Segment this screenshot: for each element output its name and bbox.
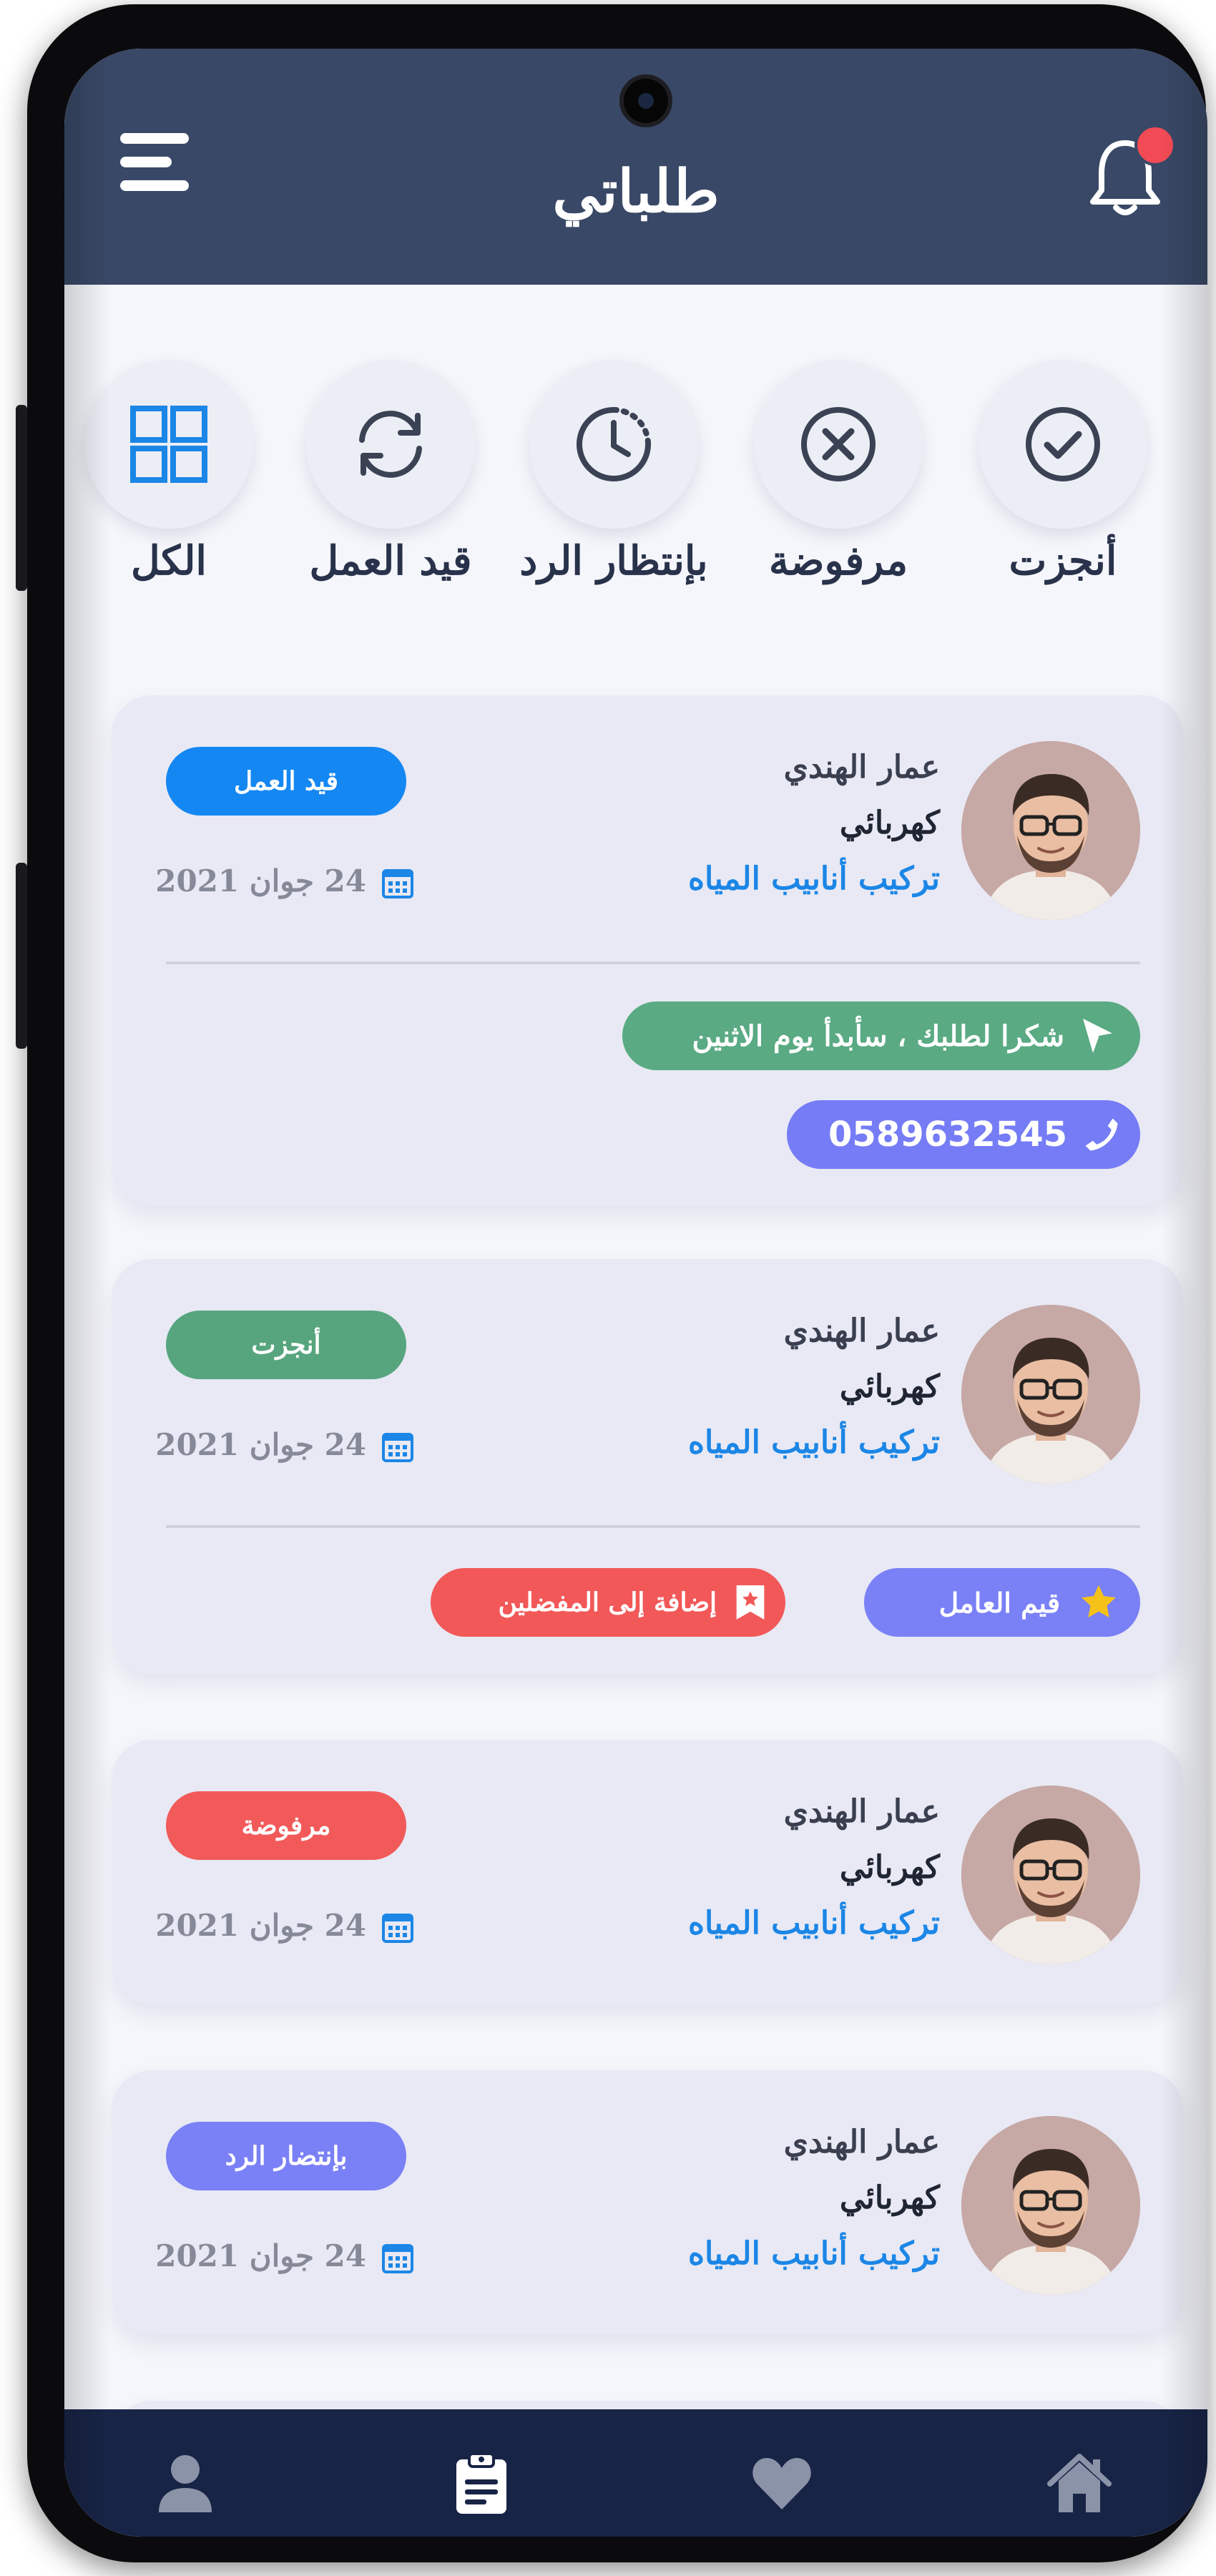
order-date: 24 جوان 2021 [155, 860, 423, 903]
filter-circle [84, 360, 253, 529]
refresh-icon [359, 411, 422, 478]
filter-all[interactable]: الكل [64, 360, 283, 589]
status-badge: بإنتضار الرد [166, 2122, 406, 2190]
worker-info: عمار الهندي كهربائي تركيب أنابيب المياه [688, 2115, 940, 2282]
user-icon[interactable] [153, 2451, 217, 2515]
calendar-icon [382, 1433, 413, 1462]
rate-label: قيم العامل [938, 1586, 1060, 1619]
worker-photo [961, 1786, 1140, 1964]
filter-circle [529, 360, 698, 529]
order-card[interactable]: عمار الهندي كهربائي تركيب أنابيب المياه … [112, 2070, 1183, 2335]
filter-in-progress[interactable]: قيد العمل [276, 360, 505, 589]
worker-name: عمار الهندي [783, 749, 940, 785]
filter-label: قيد العمل [309, 537, 472, 584]
order-date: 24 جوان 2021 [155, 1904, 423, 1947]
bookmark-star-icon [736, 1585, 765, 1620]
avatar [961, 741, 1140, 920]
app-screen: طلباتي أنجزت مرفوضة بإنتظار الرد قيد الع… [64, 49, 1207, 2537]
order-card[interactable]: عمار الهندي كهربائي تركيب أنابيب المياه … [112, 1740, 1183, 2004]
order-date: 24 جوان 2021 [155, 1424, 423, 1466]
filter-circle [306, 360, 475, 529]
avatar [961, 1305, 1140, 1484]
notification-dot [1134, 124, 1176, 166]
status-filter-bar: أنجزت مرفوضة بإنتظار الرد قيد العمل الكل [64, 360, 1207, 589]
phone-side-button [16, 863, 27, 1049]
bottom-navigation [64, 2409, 1207, 2537]
avatar [961, 1786, 1140, 1964]
phone-frame: طلباتي أنجزت مرفوضة بإنتظار الرد قيد الع… [16, 4, 1207, 2562]
phone-side-button [16, 405, 27, 591]
date-text: 24 جوان 2021 [155, 1908, 366, 1943]
status-badge: قيد العمل [166, 747, 406, 816]
clock-icon [577, 407, 651, 481]
phone-number: 0589632545 [828, 1115, 1067, 1155]
worker-info: عمار الهندي كهربائي تركيب أنابيب المياه [688, 1303, 940, 1471]
worker-name: عمار الهندي [783, 2124, 940, 2160]
phone-button[interactable]: 0589632545 [787, 1100, 1140, 1169]
filter-circle [754, 360, 923, 529]
service-name: تركيب أنابيب المياه [688, 2235, 940, 2272]
page-title: طلباتي [552, 157, 720, 226]
divider [166, 961, 1140, 964]
favorite-label: إضافة إلى المفضلين [498, 1587, 717, 1617]
calendar-icon [382, 2244, 413, 2273]
worker-message: شكرا لطلبك ، سأبدأ يوم الاثنين [622, 1001, 1140, 1070]
filter-label: أنجزت [1009, 537, 1117, 584]
front-camera [619, 74, 672, 127]
status-badge: أنجزت [166, 1311, 406, 1379]
filter-label: الكل [131, 537, 207, 584]
home-icon[interactable] [1047, 2451, 1112, 2515]
heart-icon[interactable] [750, 2451, 814, 2515]
worker-photo [961, 741, 1140, 920]
x-circle-icon [801, 407, 876, 481]
filter-completed[interactable]: أنجزت [948, 360, 1177, 589]
service-name: تركيب أنابيب المياه [688, 1905, 940, 1941]
divider [166, 1525, 1140, 1528]
phone-icon [1085, 1118, 1118, 1151]
worker-job: كهربائي [839, 805, 940, 841]
check-circle-icon [1026, 407, 1100, 481]
status-badge: مرفوضة [166, 1791, 406, 1860]
calendar-icon [382, 869, 413, 898]
filter-label: مرفوضة [768, 537, 908, 584]
worker-info: عمار الهندي كهربائي تركيب أنابيب المياه [688, 1784, 940, 1951]
avatar [961, 2116, 1140, 2295]
date-text: 24 جوان 2021 [155, 2238, 366, 2273]
add-to-favorites-button[interactable]: إضافة إلى المفضلين [431, 1568, 785, 1637]
rate-worker-button[interactable]: قيم العامل [864, 1568, 1140, 1637]
worker-job: كهربائي [839, 1849, 940, 1886]
message-text: شكرا لطلبك ، سأبدأ يوم الاثنين [692, 1019, 1064, 1053]
date-text: 24 جوان 2021 [155, 863, 366, 898]
date-text: 24 جوان 2021 [155, 1427, 366, 1462]
clipboard-icon[interactable] [449, 2451, 514, 2515]
filter-label: بإنتظار الرد [519, 537, 708, 584]
order-card[interactable]: عمار الهندي كهربائي تركيب أنابيب المياه … [112, 1259, 1183, 1674]
order-date: 24 جوان 2021 [155, 2235, 423, 2278]
main-content: أنجزت مرفوضة بإنتظار الرد قيد العمل الكل… [64, 285, 1207, 2537]
worker-name: عمار الهندي [783, 1793, 940, 1830]
service-name: تركيب أنابيب المياه [688, 1424, 940, 1461]
send-icon [1083, 1019, 1115, 1053]
worker-job: كهربائي [839, 1368, 940, 1405]
filter-rejected[interactable]: مرفوضة [724, 360, 953, 589]
star-icon [1082, 1585, 1116, 1618]
worker-info: عمار الهندي كهربائي تركيب أنابيب المياه [688, 740, 940, 907]
worker-photo [961, 2116, 1140, 2295]
worker-name: عمار الهندي [783, 1313, 940, 1349]
filter-pending[interactable]: بإنتظار الرد [499, 360, 728, 589]
calendar-icon [382, 1914, 413, 1943]
service-name: تركيب أنابيب المياه [688, 861, 940, 897]
grid-icon [130, 406, 207, 483]
filter-circle [979, 360, 1147, 529]
order-card[interactable]: عمار الهندي كهربائي تركيب أنابيب المياه … [112, 695, 1183, 1206]
worker-job: كهربائي [839, 2180, 940, 2216]
worker-photo [961, 1305, 1140, 1484]
